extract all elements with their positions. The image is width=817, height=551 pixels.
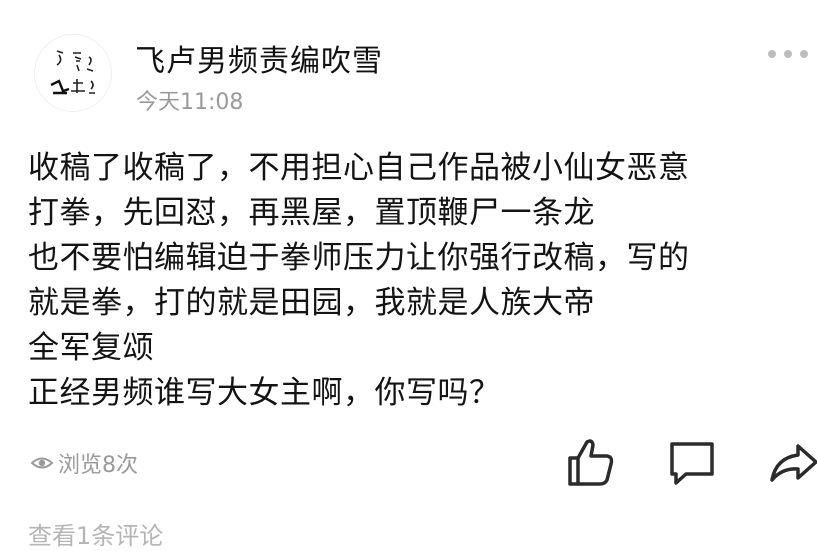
calligraphy-avatar-icon [35, 35, 111, 111]
more-dots-icon [800, 50, 808, 58]
post-content: 收稿了收稿了，不用担心自己作品被小仙女恶意 打拳，先回怼，再黑屋，置顶鞭尸一条龙… [28, 146, 808, 416]
post-time: 今天11:08 [136, 90, 244, 115]
post-text-line: 也不要怕编辑迫于拳师压力让你强行改稿，写的 [28, 240, 690, 276]
post-actions [560, 434, 817, 490]
post-text-line: 就是拳，打的就是田园，我就是人族大帝 [28, 285, 595, 321]
post-text-line: 打拳，先回怼，再黑屋，置顶鞭尸一条龙 [28, 195, 595, 231]
view-comments-link[interactable]: 查看1条评论 [28, 516, 163, 551]
thumbs-up-icon [568, 439, 614, 486]
share-button[interactable] [766, 434, 817, 490]
more-dots-icon [768, 50, 776, 58]
like-button[interactable] [562, 434, 618, 490]
more-options-button[interactable] [768, 40, 808, 68]
eye-icon [30, 457, 54, 469]
post-text-line: 全军复颂 [28, 330, 154, 366]
post-header: 飞卢男频责编吹雪 今天11:08 [0, 0, 817, 130]
view-count-label: 浏览8次 [58, 453, 138, 478]
share-arrow-icon [770, 444, 817, 482]
comment-button[interactable] [664, 434, 720, 490]
author-name[interactable]: 飞卢男频责编吹雪 [135, 36, 383, 80]
more-dots-icon [784, 50, 792, 58]
post-text-line: 正经男频谁写大女主啊，你写吗？ [28, 375, 501, 411]
post-text-line: 收稿了收稿了，不用担心自己作品被小仙女恶意 [28, 150, 690, 186]
view-count: 浏览8次 [30, 448, 138, 478]
author-avatar[interactable] [34, 34, 112, 112]
comment-icon [670, 442, 714, 485]
